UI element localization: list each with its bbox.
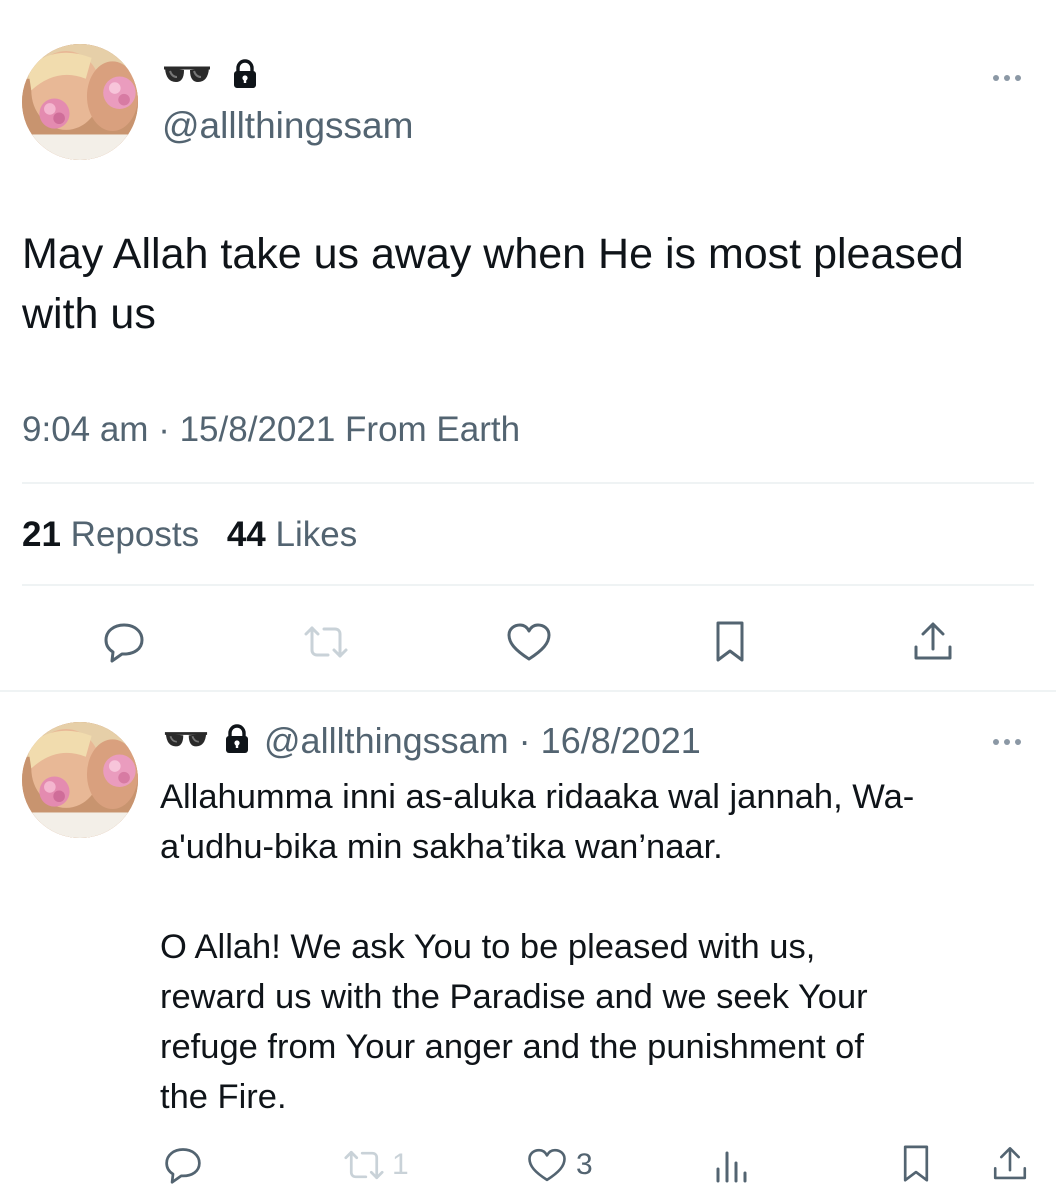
tweet-source: From Earth [345, 410, 521, 449]
reply-date[interactable]: 16/8/2021 [541, 720, 701, 761]
dot-icon [1004, 75, 1010, 81]
bookmark-button[interactable] [704, 616, 756, 668]
reposts-label: Reposts [70, 515, 200, 554]
reply-text-line: reward us with the Paradise and we seek … [160, 978, 868, 1016]
reply-text-line: the Fire. [160, 1078, 287, 1116]
reply-handle[interactable]: @alllthingssam [264, 720, 509, 761]
reply-avatar[interactable] [22, 722, 138, 838]
reply-meta: @alllthingssam · 16/8/2021 [264, 720, 701, 762]
more-options-button[interactable] [993, 72, 1021, 84]
reply-share-button[interactable] [988, 1140, 1032, 1188]
divider [22, 482, 1034, 484]
glasses-emoji-icon [162, 62, 212, 91]
display-name[interactable] [162, 58, 258, 94]
tweet-text: May Allah take us away when He is most p… [22, 224, 964, 344]
reply-like-button[interactable]: 3 [526, 1142, 593, 1188]
likes-label: Likes [275, 515, 358, 554]
share-button[interactable] [906, 616, 960, 668]
dot-icon [993, 739, 999, 745]
like-icon [528, 1148, 566, 1182]
lock-icon [224, 723, 250, 759]
share-icon [993, 1147, 1027, 1180]
reply-like-count: 3 [576, 1148, 593, 1181]
tweet-meta: 9:04 am · 15/8/2021 From Earth [22, 408, 520, 452]
repost-button[interactable] [298, 616, 354, 668]
reply-repost-count: 1 [392, 1148, 409, 1181]
dot-icon [993, 75, 999, 81]
tweet-date[interactable]: 15/8/2021 [180, 410, 336, 449]
views-icon [716, 1151, 747, 1183]
repost-icon [344, 1150, 384, 1180]
reposts-link[interactable]: 21 Reposts [22, 515, 209, 554]
dot-icon [1004, 739, 1010, 745]
tweet-time[interactable]: 9:04 am [22, 410, 148, 449]
lock-icon [232, 58, 258, 94]
avatar[interactable] [22, 44, 138, 160]
reply-button[interactable] [97, 616, 151, 668]
share-icon [914, 622, 952, 660]
like-icon [507, 623, 551, 661]
likes-link[interactable]: 44 Likes [227, 515, 357, 554]
reply-text-line: refuge from Your anger and the punishmen… [160, 1028, 864, 1066]
reply-views-button[interactable] [710, 1142, 754, 1188]
tweet-text-line: May Allah take us away when He is most p… [22, 230, 964, 278]
reply-header: @alllthingssam · 16/8/2021 [162, 718, 701, 764]
reply-text-line: a'udhu-bika min sakha’tika wan’naar. [160, 828, 723, 866]
dot-icon [1015, 75, 1021, 81]
repost-icon [304, 626, 348, 658]
tweet-text-line: with us [22, 290, 156, 338]
meta-separator: · [518, 720, 531, 761]
bookmark-icon [903, 1145, 929, 1182]
meta-separator: · [158, 410, 170, 449]
reply-bookmark-button[interactable] [894, 1140, 938, 1188]
reposts-count: 21 [22, 515, 61, 554]
reply-icon [165, 1148, 201, 1184]
avatar-photo [22, 44, 138, 160]
section-divider [0, 690, 1056, 692]
like-button[interactable] [502, 616, 556, 668]
divider [22, 584, 1034, 586]
reply-text-line: Allahumma inni as-aluka ridaaka wal jann… [160, 778, 915, 816]
reply-text-line: O Allah! We ask You to be pleased with u… [160, 928, 816, 966]
reply-repost-button[interactable]: 1 [340, 1142, 409, 1188]
dot-icon [1015, 739, 1021, 745]
likes-count: 44 [226, 515, 266, 554]
reply-reply-button[interactable] [160, 1142, 206, 1188]
reply-more-options-button[interactable] [993, 736, 1021, 748]
avatar-photo [22, 722, 138, 838]
reply-text: Allahumma inni as-aluka ridaaka wal jann… [160, 772, 914, 1122]
engagement-stats: 21 Reposts 44 Likes [22, 512, 357, 558]
glasses-emoji-icon [162, 728, 210, 755]
bookmark-icon [716, 621, 744, 662]
reply-icon [104, 623, 144, 663]
user-handle[interactable]: @alllthingssam [162, 104, 413, 148]
